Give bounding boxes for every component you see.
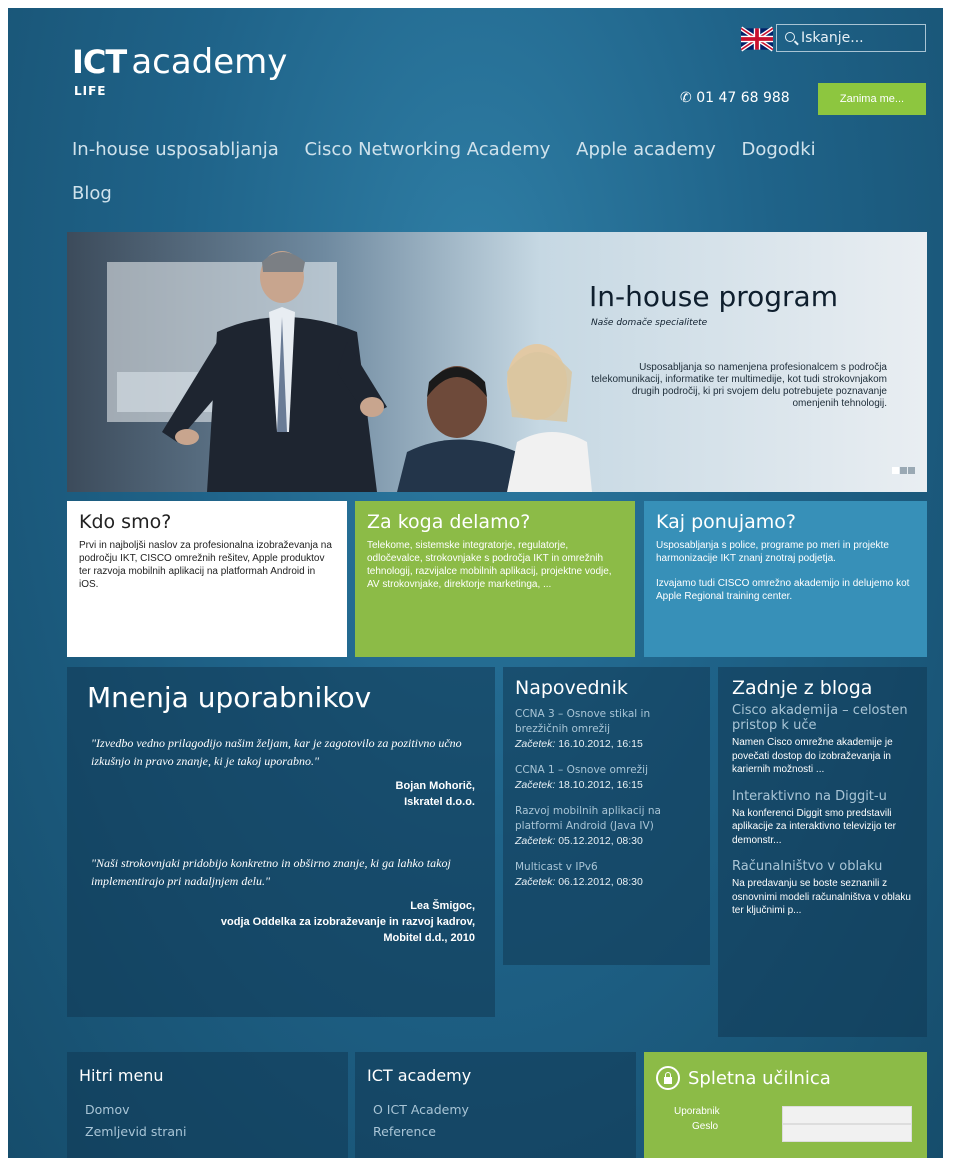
blog-panel: Zadnje z bloga Cisco akademija – celoste…	[718, 667, 927, 1037]
event-start-label: Začetek:	[515, 738, 556, 750]
logo-academy: academy	[131, 42, 288, 82]
phone-number: 01 47 68 988	[696, 90, 790, 106]
nav-item-inhouse[interactable]: In-house usposabljanja	[72, 139, 279, 160]
password-field[interactable]	[782, 1124, 912, 1142]
event-name[interactable]: Razvoj mobilnih aplikacij na platformi A…	[515, 804, 698, 834]
box-title: Kdo smo?	[79, 511, 172, 533]
uk-flag-icon[interactable]	[741, 24, 773, 54]
ict-link-about[interactable]: O ICT Academy	[367, 1099, 624, 1121]
testimonial-author: Lea Šmigoc,	[410, 900, 475, 912]
slider-dots[interactable]	[891, 459, 915, 478]
nav-item-events[interactable]: Dogodki	[741, 139, 815, 160]
username-field[interactable]	[782, 1106, 912, 1124]
event-date: 05.12.2012, 08:30	[558, 835, 643, 847]
event-name[interactable]: Multicast v IPv6	[515, 860, 698, 875]
box-for-whom[interactable]: Za koga delamo? Telekome, sistemske inte…	[355, 501, 635, 657]
username-label: Uporabnik	[674, 1106, 720, 1117]
lock-icon	[656, 1066, 680, 1090]
event-name[interactable]: CCNA 1 – Osnove omrežij	[515, 763, 698, 778]
blog-post-title[interactable]: Interaktivno na Diggit-u	[732, 789, 913, 804]
phone-icon: ✆	[680, 90, 692, 106]
ict-link-references[interactable]: Reference	[367, 1121, 624, 1143]
box-text-2: Izvajamo tudi CISCO omrežno akademijo in…	[656, 578, 910, 602]
blog-post-excerpt: Na predavanju se boste seznanili z osnov…	[732, 878, 911, 916]
event-date: 18.10.2012, 16:15	[558, 779, 643, 791]
blog-post[interactable]: Cisco akademija – celosten pristop k uče…	[732, 703, 913, 777]
blog-title: Zadnje z bloga	[732, 677, 873, 699]
nav-item-apple[interactable]: Apple academy	[576, 139, 716, 160]
blog-post-excerpt: Na konferenci Diggit smo predstavili apl…	[732, 807, 896, 846]
page: ICT academy LIFE Iskanje... ✆ 01 47 68 9…	[8, 8, 943, 1158]
event-item[interactable]: Razvoj mobilnih aplikacij na platformi A…	[515, 804, 698, 848]
events-title: Napovednik	[515, 677, 628, 699]
box-text: Prvi in najboljši naslov za profesionaln…	[79, 540, 332, 590]
nav-item-cisco[interactable]: Cisco Networking Academy	[304, 139, 550, 160]
blog-post-title[interactable]: Računalništvo v oblaku	[732, 859, 913, 874]
password-label: Geslo	[692, 1121, 719, 1132]
quick-link-home[interactable]: Domov	[79, 1099, 336, 1121]
search-input[interactable]: Iskanje...	[776, 24, 926, 52]
box-text: Telekome, sistemske integratorje, regula…	[367, 540, 612, 590]
slider-dot[interactable]	[900, 467, 907, 474]
quick-menu-title: Hitri menu	[79, 1066, 164, 1085]
hero-title: In-house program	[589, 280, 838, 313]
event-item[interactable]: CCNA 3 – Osnove stikal in brezžičnih omr…	[515, 707, 698, 751]
blog-post-excerpt: Namen Cisco omrežne akademije je povečat…	[732, 737, 893, 775]
testimonial-quote: "Naši strokovnjaki pridobijo konkretno i…	[91, 856, 451, 888]
hero-text: Usposabljanja so namenjena profesionalce…	[591, 362, 887, 409]
event-start-label: Začetek:	[515, 779, 556, 791]
search-icon	[785, 32, 795, 42]
hero-banner[interactable]: In-house program Naše domače specialitet…	[67, 232, 927, 492]
quick-menu: Hitri menu Domov Zemljevid strani	[67, 1052, 348, 1158]
event-date: 16.10.2012, 16:15	[558, 738, 643, 750]
testimonial-role: vodja Oddelka za izobraževanje in razvoj…	[220, 916, 475, 928]
ict-menu: ICT academy O ICT Academy Reference	[355, 1052, 636, 1158]
slider-dot[interactable]	[908, 467, 915, 474]
ict-menu-title: ICT academy	[367, 1066, 472, 1085]
testimonials-title: Mnenja uporabnikov	[87, 681, 372, 714]
testimonial-company: Iskratel d.o.o.	[404, 796, 475, 808]
hero-image	[107, 251, 592, 492]
main-nav: In-house usposabljanja Cisco Networking …	[72, 128, 892, 216]
phone: ✆ 01 47 68 988	[680, 90, 790, 106]
events-panel: Napovednik CCNA 3 – Osnove stikal in bre…	[503, 667, 710, 965]
event-date: 06.12.2012, 08:30	[558, 876, 643, 888]
testimonial-quote: "Izvedbo vedno prilagodijo našim željam,…	[91, 736, 462, 768]
blog-post[interactable]: Interaktivno na Diggit-u Na konferenci D…	[732, 789, 913, 848]
blog-post-title[interactable]: Cisco akademija – celosten pristop k uče	[732, 703, 913, 733]
testimonial-author: Bojan Mohorič,	[395, 780, 475, 792]
hero-subtitle: Naše domače specialitete	[591, 318, 708, 328]
quick-link-sitemap[interactable]: Zemljevid strani	[79, 1121, 336, 1143]
event-name[interactable]: CCNA 3 – Osnove stikal in brezžičnih omr…	[515, 707, 698, 737]
box-text: Usposabljanja s police, programe po meri…	[656, 540, 889, 564]
logo[interactable]: ICT academy LIFE	[72, 42, 288, 98]
logo-ict: ICT	[72, 43, 127, 81]
box-title: Za koga delamo?	[367, 511, 531, 533]
login-title: Spletna učilnica	[688, 1067, 831, 1089]
blog-post[interactable]: Računalništvo v oblaku Na predavanju se …	[732, 859, 913, 918]
event-item[interactable]: CCNA 1 – Osnove omrežij Začetek: 18.10.2…	[515, 763, 698, 792]
box-offer[interactable]: Kaj ponujamo? Usposabljanja s police, pr…	[644, 501, 927, 657]
nav-item-blog[interactable]: Blog	[72, 183, 112, 204]
box-title: Kaj ponujamo?	[656, 511, 796, 533]
box-who[interactable]: Kdo smo? Prvi in najboljši naslov za pro…	[67, 501, 347, 657]
event-start-label: Začetek:	[515, 876, 556, 888]
event-start-label: Začetek:	[515, 835, 556, 847]
slider-dot[interactable]	[892, 467, 899, 474]
interest-button[interactable]: Zanima me...	[818, 83, 926, 115]
testimonials-panel: Mnenja uporabnikov "Izvedbo vedno prilag…	[67, 667, 495, 1017]
testimonial-company: Mobitel d.d., 2010	[383, 932, 475, 944]
search-placeholder: Iskanje...	[801, 30, 864, 46]
login-box: Spletna učilnica Uporabnik Geslo	[644, 1052, 927, 1158]
logo-sub: LIFE	[74, 84, 107, 98]
event-item[interactable]: Multicast v IPv6 Začetek: 06.12.2012, 08…	[515, 860, 698, 889]
